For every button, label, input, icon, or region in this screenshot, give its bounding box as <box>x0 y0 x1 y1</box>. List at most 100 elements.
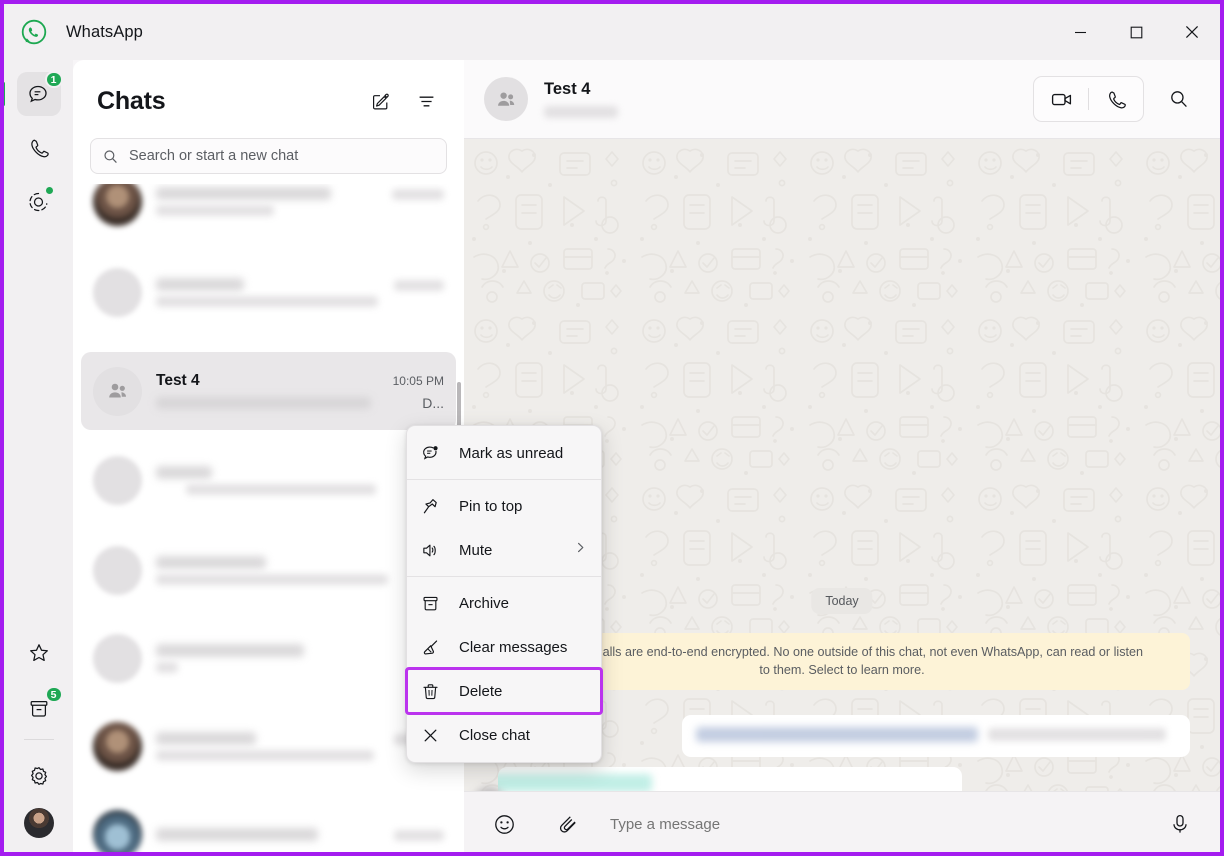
mark-unread-icon <box>421 444 447 463</box>
voice-call-icon[interactable] <box>1089 77 1143 121</box>
search-icon <box>104 149 117 163</box>
chat-preview-redacted <box>156 295 378 307</box>
message-text-redacted <box>988 728 1166 741</box>
message-input[interactable] <box>610 815 1160 833</box>
whatsapp-logo-icon <box>21 19 47 45</box>
chat-list-item[interactable] <box>81 622 456 694</box>
chat-avatar <box>93 455 142 505</box>
close-button[interactable] <box>1164 4 1220 60</box>
chat-name-redacted <box>156 827 318 841</box>
chat-list-item[interactable] <box>81 184 456 234</box>
chat-item-content <box>156 555 444 585</box>
microphone-icon[interactable] <box>1160 804 1200 844</box>
conversation-subtitle-redacted <box>544 106 618 118</box>
chat-list-item[interactable] <box>81 444 456 516</box>
chat-list-actions <box>362 83 444 119</box>
chat-avatar <box>93 184 142 226</box>
group-avatar-icon <box>497 91 514 106</box>
rail-divider <box>23 739 54 740</box>
menu-item-mute[interactable]: Mute <box>407 528 601 572</box>
status-update-dot <box>44 186 54 195</box>
minimize-button[interactable] <box>1052 4 1108 60</box>
rail-item-chats[interactable]: 1 <box>4 71 63 116</box>
menu-item-close-chat[interactable]: Close chat <box>407 713 601 757</box>
chat-item-content <box>156 465 444 495</box>
attachment-icon[interactable] <box>548 804 588 844</box>
menu-item-clear-messages[interactable]: Clear messages <box>407 625 601 669</box>
chat-item-content <box>156 643 444 673</box>
menu-item-label: Mark as unread <box>459 444 564 462</box>
left-navigation-rail: 1 5 <box>4 60 73 852</box>
message-text-redacted <box>696 727 978 742</box>
chat-list-item[interactable] <box>81 534 456 606</box>
chevron-right-icon <box>574 541 587 559</box>
menu-item-pin-to-top[interactable]: Pin to top <box>407 484 601 528</box>
chat-list-header: Chats <box>73 60 464 124</box>
page-title: Chats <box>97 86 166 115</box>
chat-name-redacted <box>156 555 266 569</box>
search-input[interactable]: Search or start a new chat <box>90 138 447 174</box>
whatsapp-window: WhatsApp 1 5 Chats Search or start a new… <box>0 0 1224 856</box>
chat-name-redacted <box>156 465 212 479</box>
rail-item-starred-messages[interactable] <box>17 631 61 675</box>
chat-name-redacted <box>156 643 304 657</box>
chat-avatar <box>93 366 142 416</box>
chat-name: Test 4 <box>156 371 200 389</box>
chat-preview-redacted <box>156 749 374 761</box>
video-call-icon[interactable] <box>1034 77 1088 121</box>
chat-item-content: Test 4 10:05 PM D... <box>156 372 444 411</box>
chat-list-item-test-4[interactable]: Test 4 10:05 PM D... <box>81 352 456 430</box>
maximize-button[interactable] <box>1108 4 1164 60</box>
search-container: Search or start a new chat <box>73 124 464 184</box>
menu-item-delete[interactable]: Delete <box>405 667 603 715</box>
rail-item-status[interactable] <box>17 180 61 224</box>
chat-name-redacted <box>156 277 244 291</box>
chat-preview-redacted <box>156 661 178 673</box>
menu-item-label: Clear messages <box>459 638 568 656</box>
broom-icon <box>421 638 447 657</box>
profile-avatar[interactable] <box>23 808 54 838</box>
chat-avatar <box>93 545 142 595</box>
chat-preview-redacted <box>156 396 371 409</box>
chat-context-menu: Mark as unread Pin to top Mute Archive C… <box>405 425 603 763</box>
conversation-search-icon[interactable] <box>1156 76 1202 122</box>
chat-list-item[interactable] <box>81 710 456 782</box>
chat-list-item[interactable] <box>81 256 456 328</box>
conversation-titles: Test 4 <box>544 80 618 118</box>
chat-name-redacted <box>156 731 256 745</box>
filter-icon[interactable] <box>408 83 444 119</box>
chat-time-redacted <box>392 188 444 200</box>
chat-avatar <box>93 633 142 683</box>
chat-item-content <box>156 277 444 307</box>
chat-item-content <box>156 186 444 216</box>
menu-item-archive[interactable]: Archive <box>407 581 601 625</box>
message-text-redacted <box>498 774 652 792</box>
archived-count-badge: 5 <box>44 686 63 703</box>
menu-item-label: Close chat <box>459 726 530 744</box>
conversation-avatar[interactable] <box>484 77 528 121</box>
chat-timestamp: 10:05 PM <box>392 373 444 388</box>
call-button-group <box>1033 76 1144 122</box>
chat-preview-suffix: D... <box>422 394 444 411</box>
rail-item-settings[interactable] <box>17 754 61 798</box>
emoji-icon[interactable] <box>484 804 524 844</box>
chat-list-item[interactable] <box>81 798 456 852</box>
chat-avatar <box>93 267 142 317</box>
search-placeholder: Search or start a new chat <box>129 148 299 164</box>
chat-preview-redacted <box>156 573 388 585</box>
menu-item-label: Mute <box>459 541 493 559</box>
rail-item-calls[interactable] <box>17 126 61 170</box>
chat-name-redacted <box>156 186 331 200</box>
menu-separator <box>407 479 601 480</box>
message-composer <box>464 791 1220 852</box>
chat-item-content <box>156 731 444 761</box>
rail-item-archived[interactable]: 5 <box>17 686 63 731</box>
message-row[interactable] <box>682 715 1190 757</box>
new-chat-icon[interactable] <box>362 83 398 119</box>
chat-time-redacted <box>394 279 444 291</box>
close-icon <box>421 726 447 745</box>
chat-item-content <box>156 827 444 841</box>
group-avatar-icon <box>108 383 126 398</box>
trash-icon <box>421 682 447 701</box>
menu-item-mark-as-unread[interactable]: Mark as unread <box>407 431 601 475</box>
